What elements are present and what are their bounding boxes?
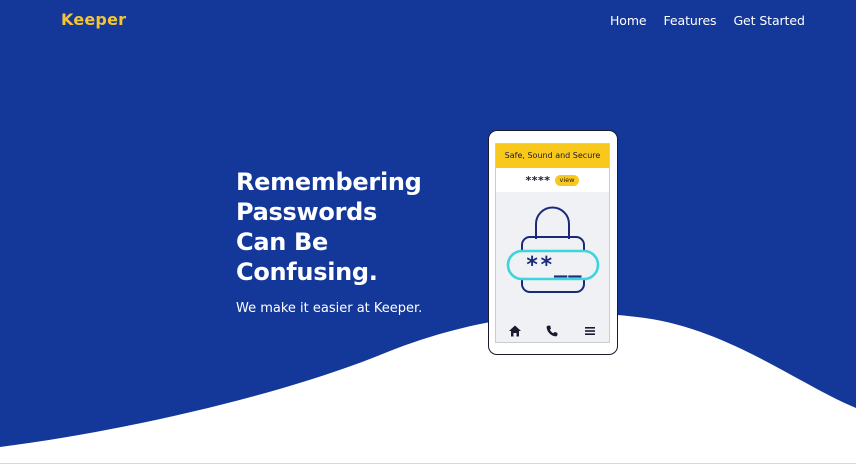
phone-icon [547,325,558,337]
brand-logo[interactable]: Keeper [61,10,126,29]
nav-link-home[interactable]: Home [610,13,647,28]
phone-illustration: Safe, Sound and Secure **** view **__ [488,130,618,355]
hero-title-line: Confusing. [236,258,378,286]
hero-title-line: Can Be [236,228,329,256]
hero-title-line: Passwords [236,198,377,226]
home-icon [508,325,521,337]
padlock-icon: **__ [506,206,600,293]
phone-banner: Safe, Sound and Secure [496,144,609,168]
nav-link-features[interactable]: Features [664,13,717,28]
page-divider [0,463,856,464]
hero-title-line: Remembering [236,168,422,196]
view-pill: view [554,174,580,186]
phone-tabbar [496,320,609,342]
lock-field-text: **__ [526,253,583,278]
hero-title: Remembering Passwords Can Be Confusing. [236,167,422,287]
hero-background [0,0,856,447]
hero-subtitle: We make it easier at Keeper. [236,301,423,316]
phone-password-row: **** view [496,168,609,192]
phone-screen: Safe, Sound and Secure **** view **__ [495,143,610,343]
masked-password: **** [525,173,551,187]
nav-link-get-started[interactable]: Get Started [733,13,804,28]
menu-icon [585,327,596,335]
main-nav: Home Features Get Started [610,13,805,28]
